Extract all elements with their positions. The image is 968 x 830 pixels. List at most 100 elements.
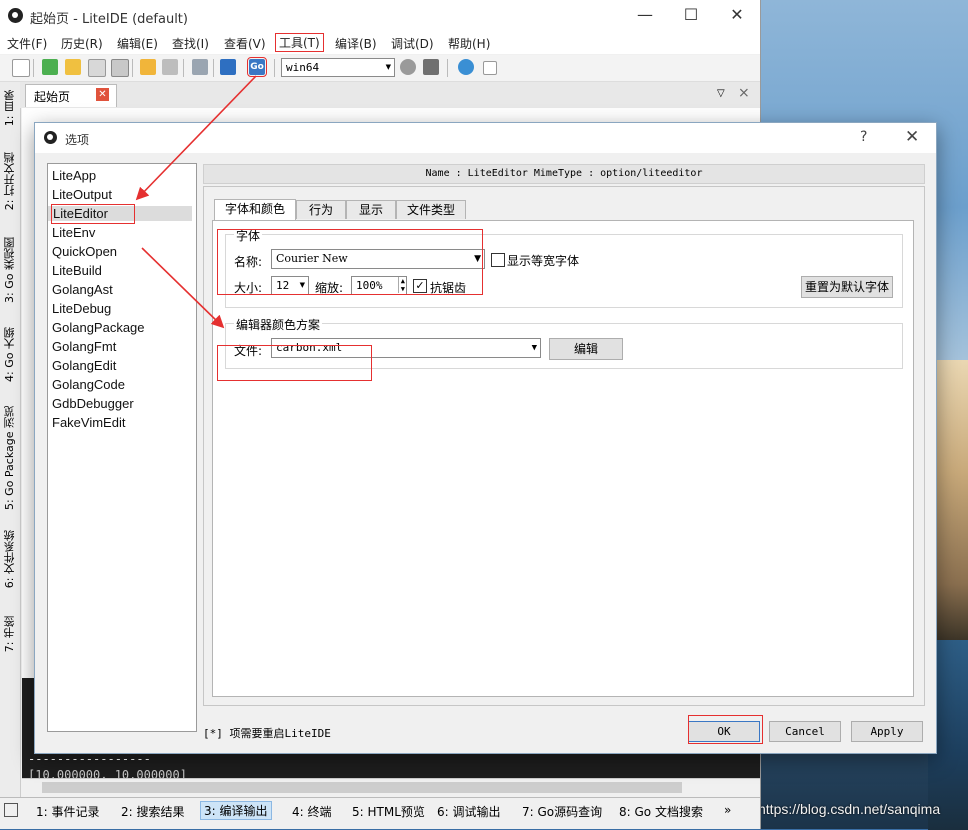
menu-history[interactable]: 历史(R) <box>61 35 103 52</box>
apply-button[interactable]: Apply <box>851 721 923 742</box>
options-nav-list: LiteApp LiteOutput LiteEditor LiteEnv Qu… <box>47 163 197 732</box>
nav-item-golangpackage[interactable]: GolangPackage <box>52 320 145 335</box>
main-toolbar: Go win64 ▼ <box>0 55 760 82</box>
nav-item-golangfmt[interactable]: GolangFmt <box>52 339 116 354</box>
new-file-icon[interactable] <box>12 59 30 77</box>
nav-item-liteeditor-label: LiteEditor <box>51 204 135 224</box>
save-all-icon[interactable] <box>111 59 129 77</box>
liteide-app-icon <box>8 8 23 23</box>
save-icon[interactable] <box>88 59 106 77</box>
nav-item-liteenv[interactable]: LiteEnv <box>52 225 95 240</box>
nav-item-golangedit[interactable]: GolangEdit <box>52 358 116 373</box>
tab-behavior[interactable]: 行为 <box>296 200 346 219</box>
bottom-tab-go-doc[interactable]: 8: Go 文档搜索 <box>619 803 703 820</box>
maximize-button[interactable]: ☐ <box>668 0 714 32</box>
menu-find[interactable]: 查找(I) <box>172 35 209 52</box>
bottom-tab-search[interactable]: 2: 搜索结果 <box>121 803 185 820</box>
dialog-close-button[interactable]: ✕ <box>905 127 919 147</box>
rail-item-package-browser[interactable]: 5: Go Package 浏览 <box>2 406 18 510</box>
rail-item-class-view[interactable]: 3: Go 类视图 <box>2 237 18 303</box>
zoom-spinbox[interactable]: 100% ▲ ▼ <box>351 276 407 295</box>
open-folder-icon[interactable] <box>65 59 81 75</box>
menu-debug[interactable]: 调试(D) <box>391 35 434 52</box>
nav-item-quickopen[interactable]: QuickOpen <box>52 244 117 259</box>
dialog-titlebar[interactable]: 选项 ? ✕ <box>35 123 936 153</box>
close-button[interactable]: ✕ <box>714 0 760 32</box>
scheme-file-select[interactable]: carbon.xml ▼ <box>271 338 541 358</box>
home-icon[interactable] <box>220 59 236 75</box>
tab-start-page[interactable]: 起始页 ✕ <box>25 84 117 107</box>
nav-item-litebuild[interactable]: LiteBuild <box>52 263 102 278</box>
refresh-icon[interactable] <box>400 59 416 75</box>
cancel-button[interactable]: Cancel <box>769 721 841 742</box>
toolbar-separator <box>183 59 184 77</box>
menu-tools[interactable]: 工具(T) <box>275 33 324 52</box>
bottom-tab-build-output[interactable]: 3: 编译输出 <box>200 801 272 820</box>
help-icon[interactable]: ? <box>860 129 867 145</box>
font-name-select[interactable]: Courier New ▼ <box>271 249 485 269</box>
antialias-checkbox[interactable]: ✓ <box>413 279 427 293</box>
bottom-tab-terminal[interactable]: 4: 终端 <box>292 803 332 820</box>
go-options-icon[interactable]: Go <box>247 57 267 77</box>
tab-list-chevron-icon[interactable]: ▽ <box>717 88 725 99</box>
antialias-label: 抗锯齿 <box>430 281 467 295</box>
blank-icon[interactable] <box>483 61 497 75</box>
nav-item-litedebug[interactable]: LiteDebug <box>52 301 111 316</box>
font-size-select[interactable]: 12 ▼ <box>271 276 309 295</box>
nav-item-golangcode[interactable]: GolangCode <box>52 377 125 392</box>
rail-item-directory[interactable]: 1: 目录 <box>2 90 18 126</box>
scheme-file-label: 文件: <box>234 344 263 358</box>
nav-item-liteapp[interactable]: LiteApp <box>52 168 96 183</box>
zoom-value: 100% <box>356 279 383 292</box>
nav-item-liteoutput[interactable]: LiteOutput <box>52 187 112 202</box>
edit-scheme-button[interactable]: 编辑 <box>549 338 623 360</box>
ok-button[interactable]: OK <box>688 721 760 742</box>
nav-item-fakevimedit[interactable]: FakeVimEdit <box>52 415 125 430</box>
menu-view[interactable]: 查看(V) <box>224 35 266 52</box>
menu-edit[interactable]: 编辑(E) <box>117 35 158 52</box>
font-size-value: 12 <box>276 279 290 292</box>
bottom-tab-debug-output[interactable]: 6: 调试输出 <box>437 803 501 820</box>
horizontal-scrollbar[interactable] <box>22 778 760 796</box>
bottom-tab-html-preview[interactable]: 5: HTML预览 <box>352 803 425 820</box>
bottom-tab-go-source[interactable]: 7: Go源码查询 <box>522 803 602 820</box>
scrollbar-thumb[interactable] <box>42 782 682 793</box>
terminal-icon[interactable] <box>423 59 439 75</box>
open-file-icon[interactable] <box>42 59 58 75</box>
nav-item-liteeditor[interactable]: LiteEditor <box>48 204 192 224</box>
gear-icon[interactable] <box>458 59 474 75</box>
restart-note: [*] 项需要重启LiteIDE <box>203 727 331 740</box>
rail-item-open-docs[interactable]: 2: 打开文档 <box>2 152 18 210</box>
main-titlebar[interactable]: 起始页 - LiteIDE (default) — ☐ ✕ <box>0 0 760 32</box>
menubar: 文件(F) 历史(R) 编辑(E) 查找(I) 查看(V) 工具(T) 编译(B… <box>0 32 760 54</box>
rail-item-outline[interactable]: 4: Go 大纲 <box>2 327 18 382</box>
dialog-title: 选项 <box>65 133 90 147</box>
chevron-down-icon: ▼ <box>385 62 391 72</box>
forward-icon[interactable] <box>162 59 178 75</box>
rail-item-bookmarks[interactable]: 7: 书签 <box>2 616 18 652</box>
nav-item-golangast[interactable]: GolangAst <box>52 282 113 297</box>
close-tab-icon[interactable]: ✕ <box>96 88 109 101</box>
monospace-checkbox[interactable] <box>491 253 505 267</box>
close-editor-icon[interactable]: ⨯ <box>738 85 750 101</box>
rail-item-filesystem[interactable]: 6: 文件系统 <box>2 530 18 588</box>
bottom-tab-events[interactable]: 1: 事件记录 <box>36 803 100 820</box>
option-info-bar: Name : LiteEditor MimeType : option/lite… <box>203 164 925 184</box>
spin-arrows-icon[interactable]: ▲ ▼ <box>397 277 405 293</box>
menu-help[interactable]: 帮助(H) <box>448 35 490 52</box>
reset-font-button[interactable]: 重置为默认字体 <box>801 276 893 298</box>
panel-toggle-icon[interactable] <box>4 803 18 817</box>
menu-build[interactable]: 编译(B) <box>335 35 377 52</box>
zoom-label: 缩放: <box>315 281 344 295</box>
tab-display[interactable]: 显示 <box>346 200 396 219</box>
menu-file[interactable]: 文件(F) <box>7 35 47 52</box>
nav-item-gdbdebugger[interactable]: GdbDebugger <box>52 396 134 411</box>
tab-font-color[interactable]: 字体和颜色 <box>214 199 296 220</box>
minimize-button[interactable]: — <box>622 0 668 32</box>
back-icon[interactable] <box>140 59 156 75</box>
tab-file-types[interactable]: 文件类型 <box>396 200 466 219</box>
env-select[interactable]: win64 ▼ <box>281 58 395 77</box>
console-line: ----------------- <box>28 752 151 766</box>
tools-icon[interactable] <box>192 59 208 75</box>
more-tabs-chevron-icon[interactable]: » <box>724 803 731 817</box>
